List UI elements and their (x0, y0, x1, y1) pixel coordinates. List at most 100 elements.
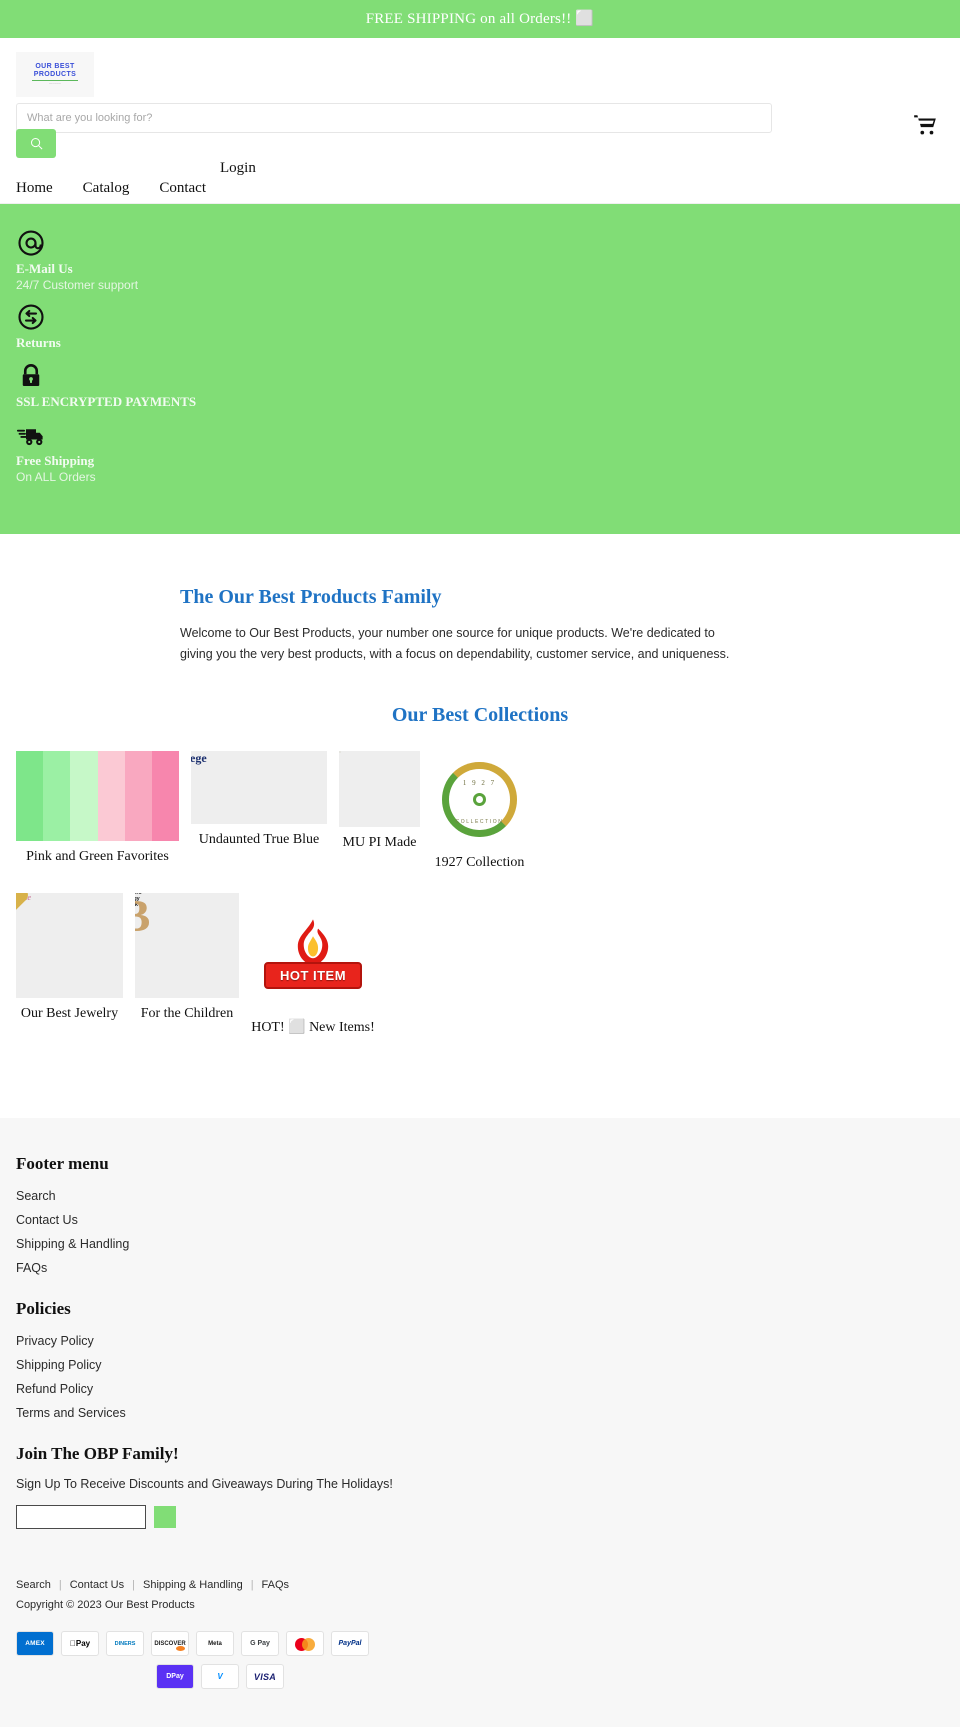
collection-thumbnail[interactable]: 1 9 2 7 COLLECTION (432, 751, 527, 848)
list-item: Refund Policy (16, 1380, 944, 1398)
newsletter-submit-button[interactable] (154, 1506, 176, 1529)
american-express-icon: AMEX (16, 1631, 54, 1657)
collection-card-mu-pi-made[interactable]: MU PI Made (339, 751, 420, 851)
collection-thumbnail[interactable]: Soulmate (16, 893, 123, 999)
site-header: OUR BEST PRODUCTS ----------- Login Home… (0, 52, 960, 204)
diners-club-icon: DINERS (106, 1631, 144, 1657)
nav-item-contact[interactable]: Contact (159, 180, 206, 197)
hot-item-badge: HOT ITEM (263, 961, 363, 989)
intro-heading: The Our Best Products Family (180, 586, 442, 608)
collections-heading: Our Best Collections (391, 704, 569, 727)
collections-section: Our Best Collections Pink and Green Favo… (0, 664, 960, 1118)
venmo-icon: V (201, 1664, 239, 1690)
newsletter-email-input[interactable] (16, 1505, 146, 1530)
logo-divider (32, 79, 78, 81)
feature-email-title: E-Mail Us (16, 261, 73, 276)
payment-methods: AMEX Pay DINERS DISCOVER Meta G Pay Pay… (16, 1631, 944, 1690)
collection-card-undaunted-true-blue[interactable]: Spelman College Undaunted True Blue (191, 751, 327, 848)
policy-link-terms[interactable]: Terms and Services (16, 1406, 126, 1420)
link-separator: | (58, 1579, 62, 1592)
paypal-icon: PayPal (331, 1631, 369, 1657)
feature-shipping-subtitle: On ALL Orders (16, 470, 96, 484)
meta-pay-icon: Meta (196, 1631, 234, 1657)
footer-link-search[interactable]: Search (16, 1189, 56, 1203)
discover-icon: DISCOVER (151, 1631, 189, 1657)
collection-card-hot-new-items[interactable]: HOT ITEM HOT! ⬜ New Items! (251, 893, 375, 1036)
newsletter-description: Sign Up To Receive Discounts and Giveawa… (16, 1477, 393, 1492)
nav-item-catalog[interactable]: Catalog (83, 180, 130, 197)
list-item: Contact Us (16, 1211, 944, 1229)
google-pay-icon: G Pay (241, 1631, 279, 1657)
sub-link-contact-us[interactable]: Contact Us (70, 1579, 124, 1591)
logo-subtitle: ----------- (49, 81, 61, 85)
footer-link-faqs[interactable]: FAQs (16, 1261, 47, 1275)
main-nav: Home Catalog Contact (16, 180, 206, 197)
footer-menu-list: Search Contact Us Shipping & Handling FA… (16, 1187, 944, 1277)
features-band: E-Mail Us 24/7 Customer support Returns … (0, 204, 960, 534)
sub-link-faqs[interactable]: FAQs (262, 1579, 290, 1591)
collection-card-1927[interactable]: 1 9 2 7 COLLECTION 1927 Collection (432, 751, 527, 871)
list-item: Search (16, 1187, 944, 1205)
collection-thumbnail[interactable] (16, 751, 179, 842)
collection-label: HOT! ⬜ New Items! (251, 1020, 375, 1036)
collection-card-our-best-jewelry[interactable]: Soulmate Our Best Jewelry (16, 893, 123, 1022)
list-item: Terms and Services (16, 1404, 944, 1422)
returns-arrows-icon (16, 302, 46, 332)
collection-label: Pink and Green Favorites (26, 849, 169, 865)
piggy-letter: B (135, 893, 150, 939)
collection-thumbnail[interactable]: 26 English letters piggy bank B Brendan … (135, 893, 239, 999)
login-link[interactable]: Login (220, 160, 256, 177)
at-sign-icon (16, 228, 46, 258)
shop-pay-icon: DPay (156, 1664, 194, 1690)
search-icon (30, 138, 42, 150)
collection-thumbnail[interactable]: Spelman College (191, 751, 327, 825)
collection-label: Our Best Jewelry (20, 1006, 119, 1022)
nav-item-home[interactable]: Home (16, 180, 53, 197)
feature-ssl: SSL ENCRYPTED PAYMENTS (16, 361, 944, 410)
mastercard-icon (286, 1631, 324, 1657)
collections-row-1: Pink and Green Favorites Spelman College… (16, 751, 944, 871)
announcement-bar: FREE SHIPPING on all Orders!! ⬜ (0, 0, 960, 38)
sub-footer-links: Search | Contact Us | Shipping & Handlin… (16, 1579, 944, 1591)
link-separator: | (132, 1579, 135, 1592)
feature-email-subtitle: 24/7 Customer support (16, 278, 139, 292)
collection-label: MU PI Made (342, 835, 417, 851)
sub-link-shipping-handling[interactable]: Shipping & Handling (143, 1579, 243, 1591)
link-separator: | (250, 1579, 254, 1592)
payment-row-2: DPay V VISA (16, 1664, 944, 1690)
collection-card-pink-and-green[interactable]: Pink and Green Favorites (16, 751, 179, 865)
collection-label: 1927 Collection (434, 855, 525, 871)
policy-link-shipping[interactable]: Shipping Policy (16, 1358, 101, 1372)
list-item: Privacy Policy (16, 1332, 944, 1350)
announcement-text: FREE SHIPPING on all Orders!! ⬜ (365, 11, 595, 27)
delivery-truck-icon (16, 420, 46, 450)
apple-pay-icon: Pay (61, 1631, 99, 1657)
feature-returns: Returns (16, 302, 944, 351)
search-input[interactable] (16, 103, 772, 133)
list-item: Shipping Policy (16, 1356, 944, 1374)
search-button[interactable] (16, 129, 56, 158)
collection-card-for-the-children[interactable]: 26 English letters piggy bank B Brendan … (135, 893, 239, 1022)
policy-link-privacy[interactable]: Privacy Policy (16, 1334, 94, 1348)
footer-link-contact-us[interactable]: Contact Us (16, 1213, 78, 1227)
newsletter-form (16, 1505, 944, 1530)
feature-shipping: Free Shipping On ALL Orders (16, 420, 944, 484)
logo-line-2: PRODUCTS (33, 70, 77, 78)
collection-thumbnail[interactable] (339, 751, 420, 828)
feature-ssl-title: SSL ENCRYPTED PAYMENTS (16, 394, 197, 409)
list-item: Shipping & Handling (16, 1235, 944, 1253)
feature-shipping-title: Free Shipping (16, 453, 95, 468)
padlock-icon (16, 361, 46, 391)
ring-subword: COLLECTION (455, 818, 504, 825)
collection-thumbnail[interactable]: HOT ITEM (251, 893, 375, 1012)
list-item: FAQs (16, 1259, 944, 1277)
intro-section: The Our Best Products Family Welcome to … (0, 534, 960, 664)
collection-label: For the Children (140, 1006, 234, 1022)
sub-link-search[interactable]: Search (16, 1579, 51, 1591)
policy-link-refund[interactable]: Refund Policy (16, 1382, 93, 1396)
site-logo[interactable]: OUR BEST PRODUCTS ----------- (16, 52, 94, 97)
payment-row-1: AMEX Pay DINERS DISCOVER Meta G Pay Pay… (16, 1631, 944, 1657)
footer-link-shipping-handling[interactable]: Shipping & Handling (16, 1237, 129, 1251)
site-footer: Footer menu Search Contact Us Shipping &… (0, 1118, 960, 1558)
intro-body: Welcome to Our Best Products, your numbe… (180, 626, 730, 661)
